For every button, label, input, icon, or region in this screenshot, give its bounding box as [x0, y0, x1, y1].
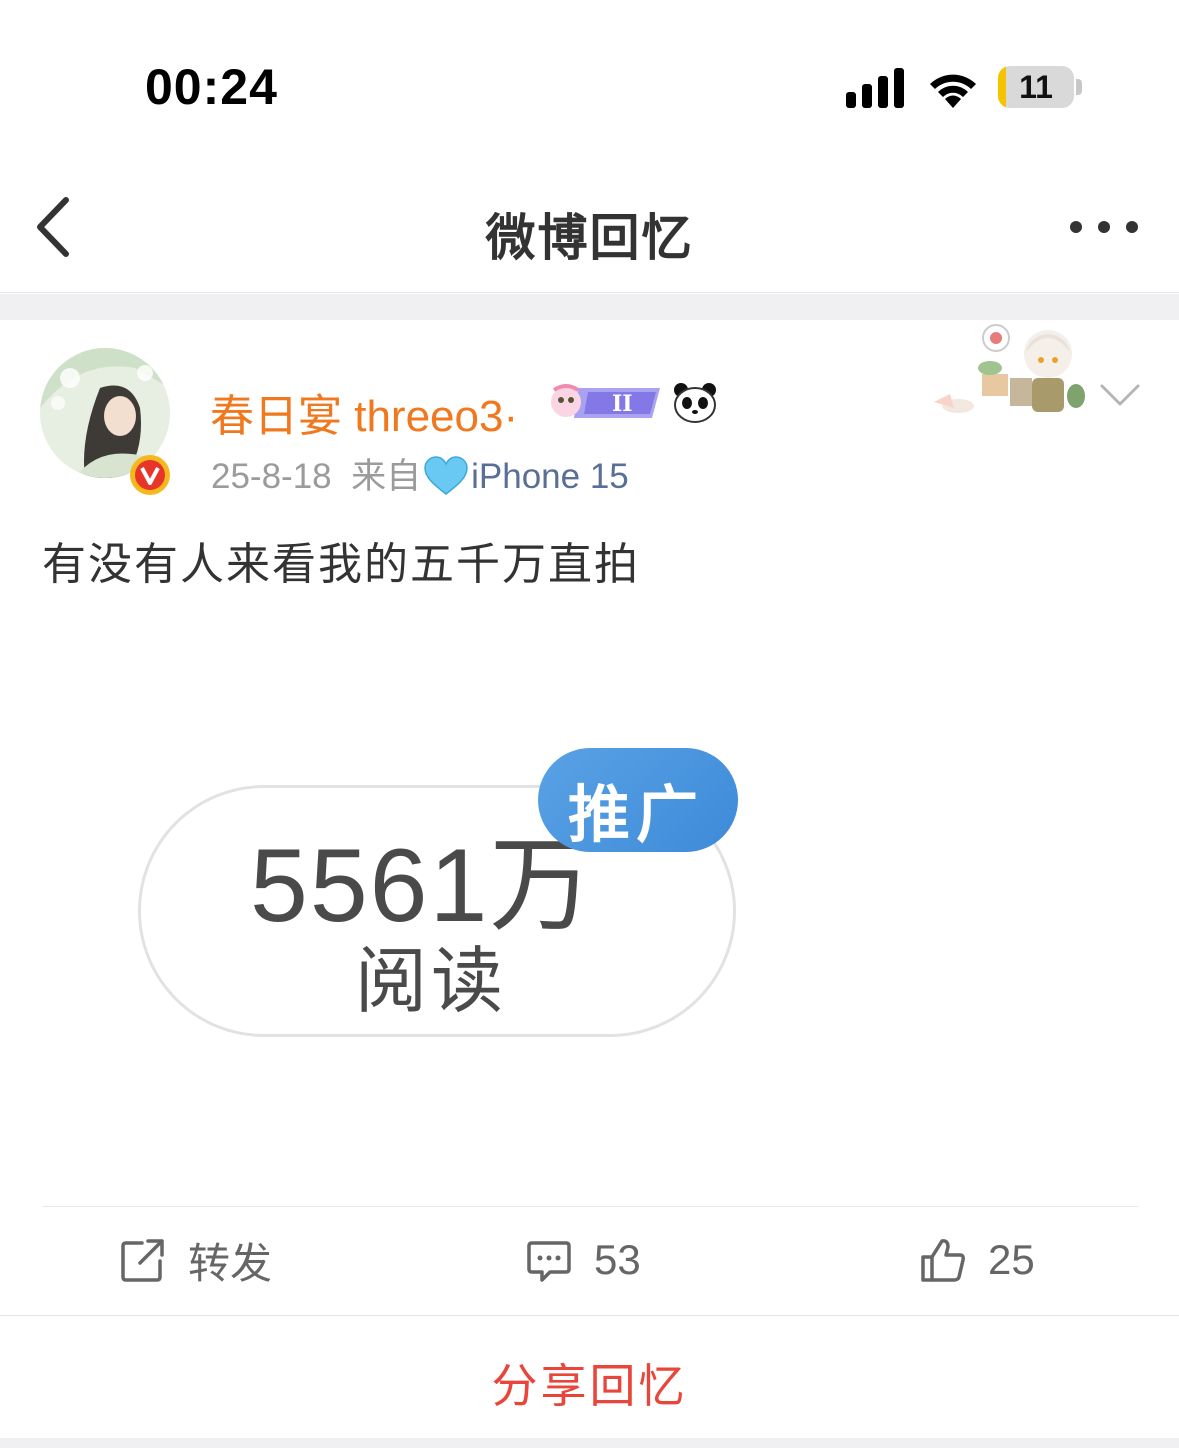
post-text: 有没有人来看我的五千万直拍	[42, 540, 640, 589]
read-label: 阅读	[355, 942, 508, 1022]
comment-count: 53	[594, 1236, 641, 1283]
battery-indicator: 11	[998, 66, 1082, 108]
thumbs-up-icon	[921, 1239, 965, 1282]
bottom-bar: 分享回忆	[0, 1315, 1179, 1438]
wifi-icon	[930, 74, 976, 108]
post-date: 25-8-18	[211, 457, 332, 496]
like-button[interactable]: 25	[920, 1225, 1035, 1295]
repost-label: 转发	[188, 1239, 273, 1287]
username[interactable]: 春日宴 threeo3·	[210, 380, 518, 444]
verified-badge-icon	[130, 455, 170, 495]
cellular-signal-icon	[846, 68, 904, 108]
like-count: 25	[988, 1236, 1035, 1283]
post-card: 春日宴 threeo3· II 25-8-18 来自 iPhone 15 有没有…	[0, 320, 1179, 1315]
member-level-badge-icon: II	[551, 384, 660, 418]
status-bar: 00:24 11	[0, 0, 1179, 170]
comment-button[interactable]: 53	[526, 1225, 641, 1295]
battery-level: 11	[1019, 69, 1053, 105]
panda-icon	[674, 383, 716, 423]
bottom-band	[0, 1438, 1179, 1448]
promo-tag-label: 推广	[568, 781, 705, 850]
divider	[42, 1206, 1138, 1207]
more-options-button[interactable]	[1066, 212, 1142, 242]
source-prefix: 来自	[351, 457, 422, 496]
nav-bar: 微博回忆	[0, 170, 1179, 293]
post-meta: 25-8-18 来自 iPhone 15	[211, 448, 629, 499]
repost-button[interactable]: 转发	[120, 1225, 272, 1295]
post-source[interactable]: iPhone 15	[471, 457, 629, 496]
chevron-down-icon[interactable]	[1098, 382, 1142, 408]
comment-icon	[527, 1241, 571, 1282]
status-time: 00:24	[145, 59, 278, 115]
repost-icon	[121, 1239, 164, 1282]
card-decoration-illustration	[934, 324, 1085, 413]
blue-heart-icon	[424, 456, 468, 495]
promo-tag: 推广	[538, 748, 738, 852]
share-memory-button[interactable]: 分享回忆	[0, 1350, 1179, 1416]
svg-text:II: II	[612, 391, 633, 417]
post-image[interactable]: 5561万 阅读 推广	[130, 740, 750, 1060]
page-title: 微博回忆	[485, 210, 694, 266]
section-separator	[0, 294, 1179, 320]
